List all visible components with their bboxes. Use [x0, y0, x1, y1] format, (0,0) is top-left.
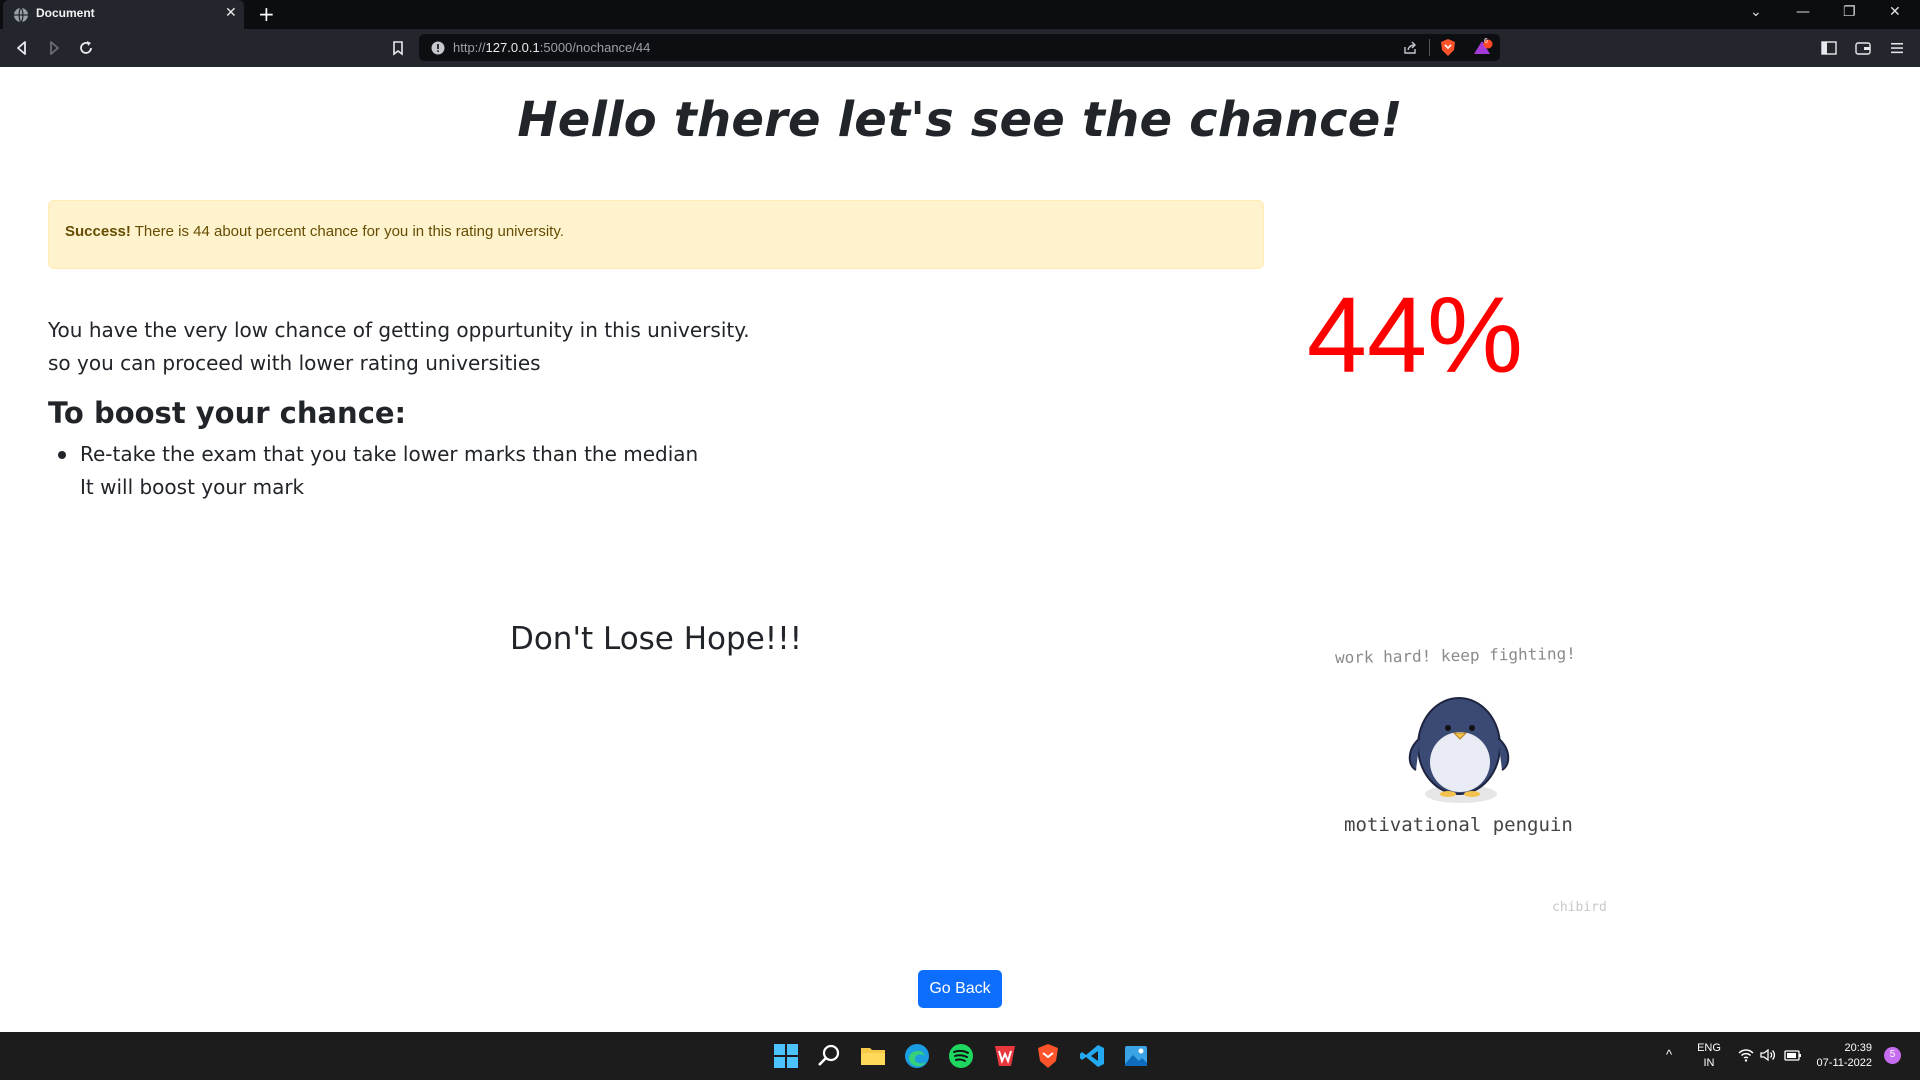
boost-heading: To boost your chance:	[48, 396, 407, 430]
sidebar-icon[interactable]	[1821, 40, 1837, 56]
tab-close-button[interactable]: ✕	[225, 5, 237, 21]
wifi-icon[interactable]	[1738, 1048, 1754, 1062]
volume-icon[interactable]	[1760, 1048, 1776, 1062]
new-tab-button[interactable]: +	[258, 2, 275, 26]
tab-title: Document	[36, 6, 95, 20]
url-text[interactable]: http://127.0.0.1:5000/nochance/44	[453, 40, 650, 55]
tab-search-dropdown[interactable]: ⌄	[1750, 4, 1762, 20]
page-heading: Hello there let's see the chance!	[517, 92, 1403, 148]
boost-list-item: Re-take the exam that you take lower mar…	[58, 438, 699, 504]
penguin-signature: chibird	[1552, 900, 1607, 915]
close-window-button[interactable]: ✕	[1889, 4, 1901, 20]
spotify-icon[interactable]	[947, 1042, 975, 1070]
alert-text: Success! There is 44 about percent chanc…	[65, 223, 564, 240]
browser-tab[interactable]: Document ✕	[3, 0, 244, 29]
penguin-caption-bottom: motivational penguin	[1344, 814, 1573, 836]
info-line-2: so you can proceed with lower rating uni…	[48, 351, 541, 375]
edge-browser-icon[interactable]	[903, 1042, 931, 1070]
globe-icon	[14, 7, 28, 23]
boost-item-line-1: Re-take the exam that you take lower mar…	[80, 442, 699, 466]
bookmark-icon[interactable]	[388, 38, 408, 58]
windows-start-icon[interactable]	[772, 1042, 800, 1070]
menu-icon[interactable]	[1889, 40, 1905, 56]
motivational-penguin-image: work hard! keep fighting! motivational p…	[1320, 630, 1620, 930]
go-back-button[interactable]: Go Back	[918, 970, 1002, 1008]
info-icon[interactable]	[431, 41, 445, 55]
share-icon[interactable]	[1402, 40, 1418, 56]
browser-toolbar: http://127.0.0.1:5000/nochance/44 6	[0, 29, 1920, 67]
file-explorer-icon[interactable]	[859, 1042, 887, 1070]
dont-lose-hope-text: Don't Lose Hope!!!	[509, 621, 803, 657]
search-icon[interactable]	[815, 1042, 843, 1070]
penguin-caption-top: work hard! keep fighting!	[1334, 643, 1576, 668]
windows-taskbar: ^ ENG IN 20:39 07-11-2022 5	[0, 1032, 1920, 1080]
forward-icon[interactable]	[44, 38, 64, 58]
wps-office-icon[interactable]	[991, 1042, 1019, 1070]
reload-icon[interactable]	[76, 38, 96, 58]
notification-badge[interactable]: 5	[1884, 1047, 1901, 1064]
address-bar[interactable]: http://127.0.0.1:5000/nochance/44 6	[419, 34, 1500, 61]
address-divider	[1429, 39, 1430, 56]
brave-browser-icon[interactable]	[1034, 1042, 1062, 1070]
restore-button[interactable]: ❐	[1843, 4, 1856, 20]
wallet-icon[interactable]	[1855, 40, 1871, 56]
chance-percentage: 44%	[1306, 274, 1524, 395]
browser-tabbar: Document ✕ + ⌄ — ❐ ✕	[0, 0, 1920, 29]
tray-overflow-chevron[interactable]: ^	[1666, 1047, 1672, 1062]
boost-item-line-2: It will boost your mark	[80, 475, 305, 499]
rewards-badge: 6	[1484, 38, 1488, 45]
minimize-button[interactable]: —	[1796, 4, 1810, 20]
clock[interactable]: 20:39 07-11-2022	[1812, 1041, 1876, 1071]
back-icon[interactable]	[12, 38, 32, 58]
penguin-icon	[1408, 697, 1510, 803]
success-alert: Success! There is 44 about percent chanc…	[48, 200, 1264, 269]
battery-icon[interactable]	[1784, 1048, 1802, 1062]
photos-icon[interactable]	[1122, 1042, 1150, 1070]
bullet-icon	[58, 451, 66, 459]
brave-shield-icon[interactable]	[1439, 38, 1457, 57]
chance-info: You have the very low chance of getting …	[48, 314, 750, 380]
language-indicator[interactable]: ENG IN	[1696, 1041, 1722, 1071]
info-line-1: You have the very low chance of getting …	[48, 318, 750, 342]
brave-rewards-icon[interactable]	[1473, 39, 1493, 56]
vscode-icon[interactable]	[1078, 1042, 1106, 1070]
